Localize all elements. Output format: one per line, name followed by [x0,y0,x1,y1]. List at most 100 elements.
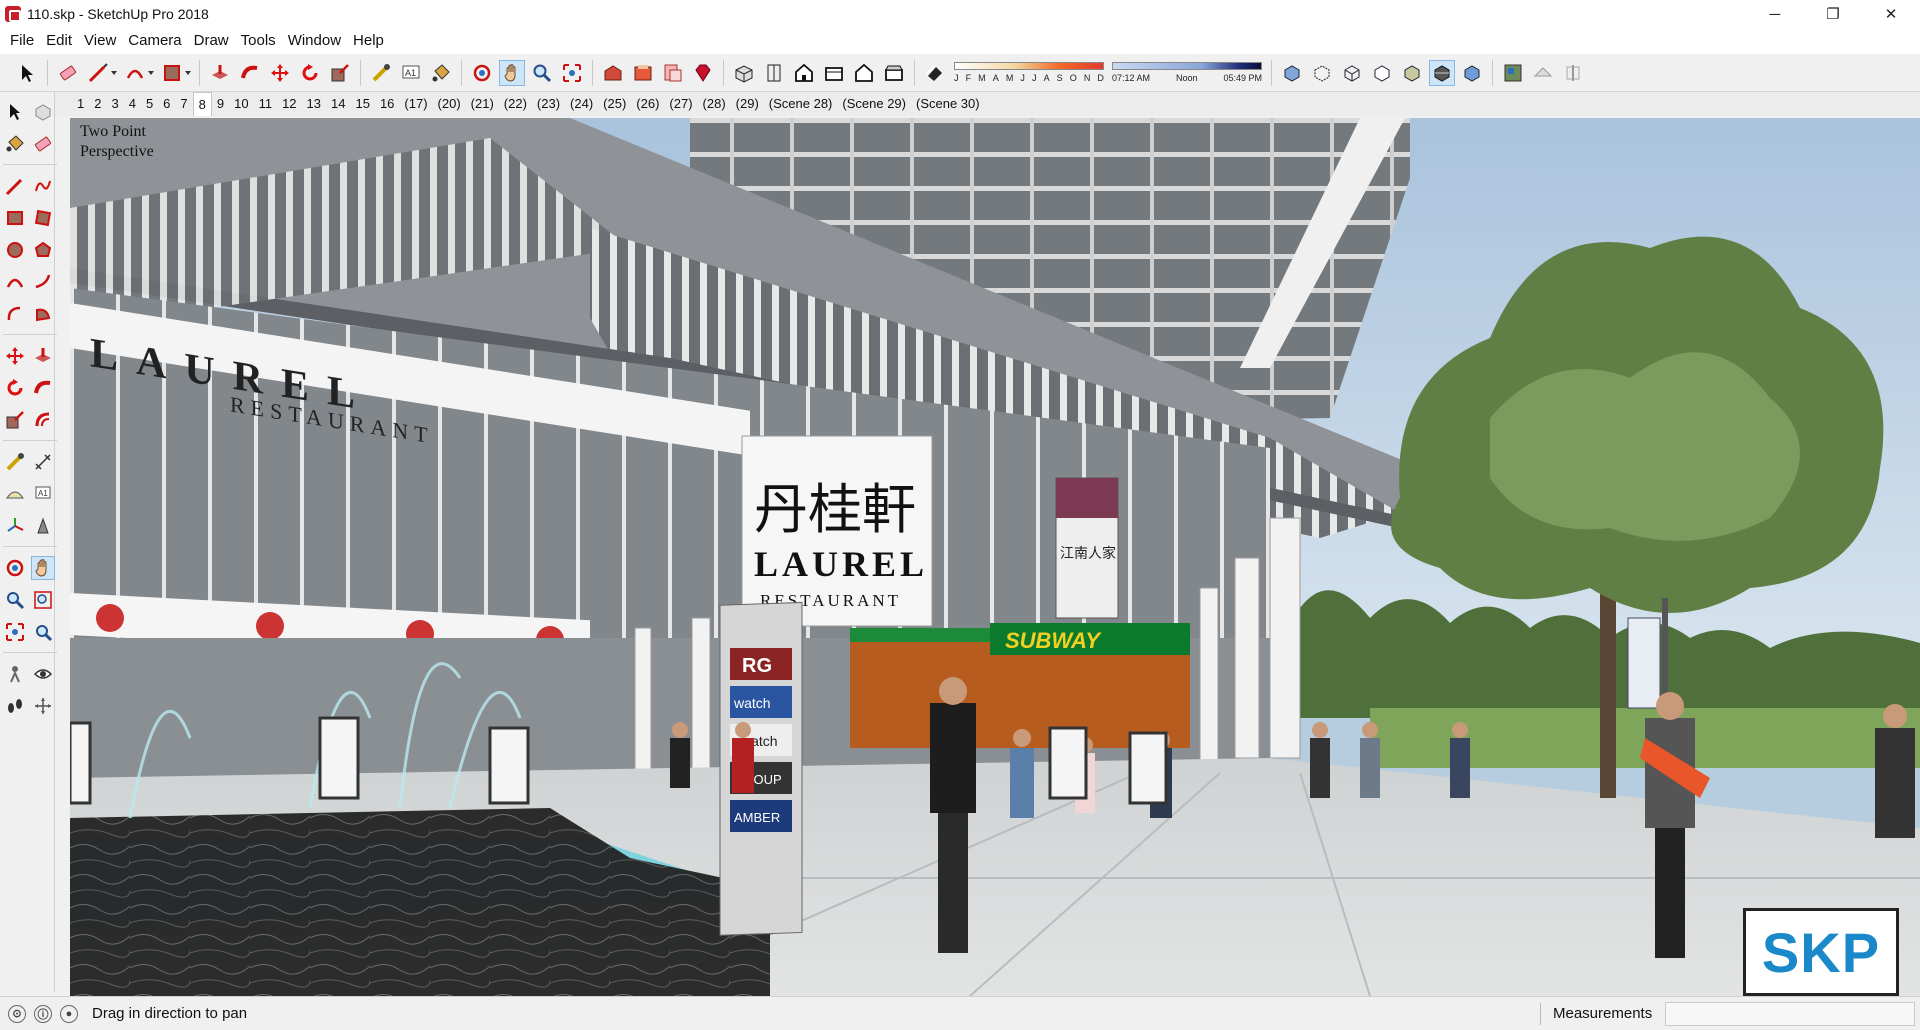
top-view-icon[interactable] [761,60,787,86]
scene-tab-5[interactable]: 5 [141,92,158,116]
menu-tools[interactable]: Tools [235,28,282,54]
zoom-extents-icon[interactable] [3,620,27,644]
fog-icon[interactable] [1530,60,1556,86]
position-camera-icon[interactable] [3,662,27,686]
push-pull-icon[interactable] [31,344,55,368]
scene-tab-10[interactable]: 10 [229,92,253,116]
menu-edit[interactable]: Edit [40,28,78,54]
line-icon[interactable] [3,174,27,198]
make-component-icon[interactable] [31,100,55,124]
scene-tab-scene-30[interactable]: (Scene 30) [911,92,985,116]
eraser-icon[interactable] [31,132,55,156]
line-icon[interactable] [85,60,111,86]
previous-view-icon[interactable] [31,620,55,644]
freehand-icon[interactable] [31,174,55,198]
scale-icon[interactable] [327,60,353,86]
look-around-icon[interactable] [31,662,55,686]
scene-tab-4[interactable]: 4 [124,92,141,116]
rotated-rectangle-icon[interactable] [31,206,55,230]
wireframe-icon[interactable] [1339,60,1365,86]
circle-icon[interactable] [3,238,27,262]
arc-icon[interactable] [3,270,27,294]
scene-tab-7[interactable]: 7 [175,92,192,116]
scene-tab-13[interactable]: 13 [302,92,326,116]
measurements-input[interactable] [1665,1002,1915,1026]
back-view-icon[interactable] [851,60,877,86]
zoom-icon[interactable] [3,588,27,612]
iso-view-icon[interactable] [731,60,757,86]
shaded-textures-icon[interactable] [1429,59,1455,86]
close-button[interactable]: ✕ [1862,0,1920,28]
scene-tab-28[interactable]: (28) [698,92,731,116]
rotate-icon[interactable] [297,60,323,86]
follow-me-icon[interactable] [31,376,55,400]
menu-help[interactable]: Help [347,28,390,54]
offset-icon[interactable] [31,408,55,432]
move-icon[interactable] [3,344,27,368]
scene-tab-22[interactable]: (22) [499,92,532,116]
select-icon[interactable] [3,100,27,124]
date-gradient-bar[interactable] [954,61,1104,70]
eraser-icon[interactable] [55,60,81,86]
scene-tab-21[interactable]: (21) [466,92,499,116]
hidden-line-icon[interactable] [1369,60,1395,86]
scene-tab-27[interactable]: (27) [664,92,697,116]
3d-text-icon[interactable] [31,514,55,538]
scene-tab-29[interactable]: (29) [731,92,764,116]
text-icon[interactable]: A1 [398,60,424,86]
axes-icon[interactable] [3,514,27,538]
scene-tab-9[interactable]: 9 [212,92,229,116]
geolocation-icon[interactable]: ⊙ [8,1004,26,1023]
scene-tab-17[interactable]: (17) [399,92,432,116]
minimize-button[interactable]: ─ [1746,0,1804,28]
scene-tab-8-active[interactable]: 8 [192,92,212,116]
style-icon[interactable] [1500,60,1526,86]
ruby-icon[interactable] [690,60,716,86]
line-dropdown-icon[interactable] [111,70,117,75]
scene-tab-12[interactable]: 12 [277,92,301,116]
model-viewport[interactable]: LAUREL RESTAURANT 丹桂軒 LAUREL RESTAURANT … [70,118,1920,996]
warehouse-icon[interactable] [600,60,626,86]
polygon-icon[interactable] [31,238,55,262]
zoom-extents-icon[interactable] [559,60,585,86]
scene-tab-15[interactable]: 15 [350,92,374,116]
left-view-icon[interactable] [881,60,907,86]
restore-button[interactable]: ❐ [1804,0,1862,28]
credits-icon[interactable]: ⓘ [34,1004,52,1023]
tape-measure-icon[interactable] [368,60,394,86]
tape-measure-icon[interactable] [3,450,27,474]
move-icon[interactable] [267,60,293,86]
paint-bucket-icon[interactable] [428,60,454,86]
time-gradient-bar[interactable] [1112,61,1262,70]
back-edges-icon[interactable] [1309,60,1335,86]
xray-icon[interactable] [1279,60,1305,86]
walk-icon[interactable] [3,694,27,718]
scene-tab-26[interactable]: (26) [631,92,664,116]
shadow-toggle-icon[interactable] [922,60,948,86]
scene-tab-23[interactable]: (23) [532,92,565,116]
scene-render[interactable]: LAUREL RESTAURANT 丹桂軒 LAUREL RESTAURANT … [70,118,1920,996]
user-account-icon[interactable]: ● [60,1004,78,1023]
scene-tab-1[interactable]: 1 [72,92,89,116]
zoom-icon[interactable] [529,60,555,86]
monochrome-icon[interactable] [1459,60,1485,86]
text-icon[interactable]: A1 [31,482,55,506]
pan-icon[interactable] [499,59,525,86]
menu-window[interactable]: Window [282,28,347,54]
scene-tab-25[interactable]: (25) [598,92,631,116]
right-view-icon[interactable] [821,60,847,86]
pie-icon[interactable] [31,302,55,326]
send-to-layout-icon[interactable] [660,60,686,86]
scene-tab-24[interactable]: (24) [565,92,598,116]
scene-tab-6[interactable]: 6 [158,92,175,116]
scene-tab-scene-29[interactable]: (Scene 29) [837,92,911,116]
shape-icon[interactable] [159,60,185,86]
shape-dropdown-icon[interactable] [185,70,191,75]
arc-dropdown-icon[interactable] [148,70,154,75]
menu-file[interactable]: File [4,28,40,54]
extension-icon[interactable] [630,60,656,86]
rotate-icon[interactable] [3,376,27,400]
shaded-icon[interactable] [1399,60,1425,86]
select-icon[interactable] [14,60,40,86]
arc-icon[interactable] [122,60,148,86]
